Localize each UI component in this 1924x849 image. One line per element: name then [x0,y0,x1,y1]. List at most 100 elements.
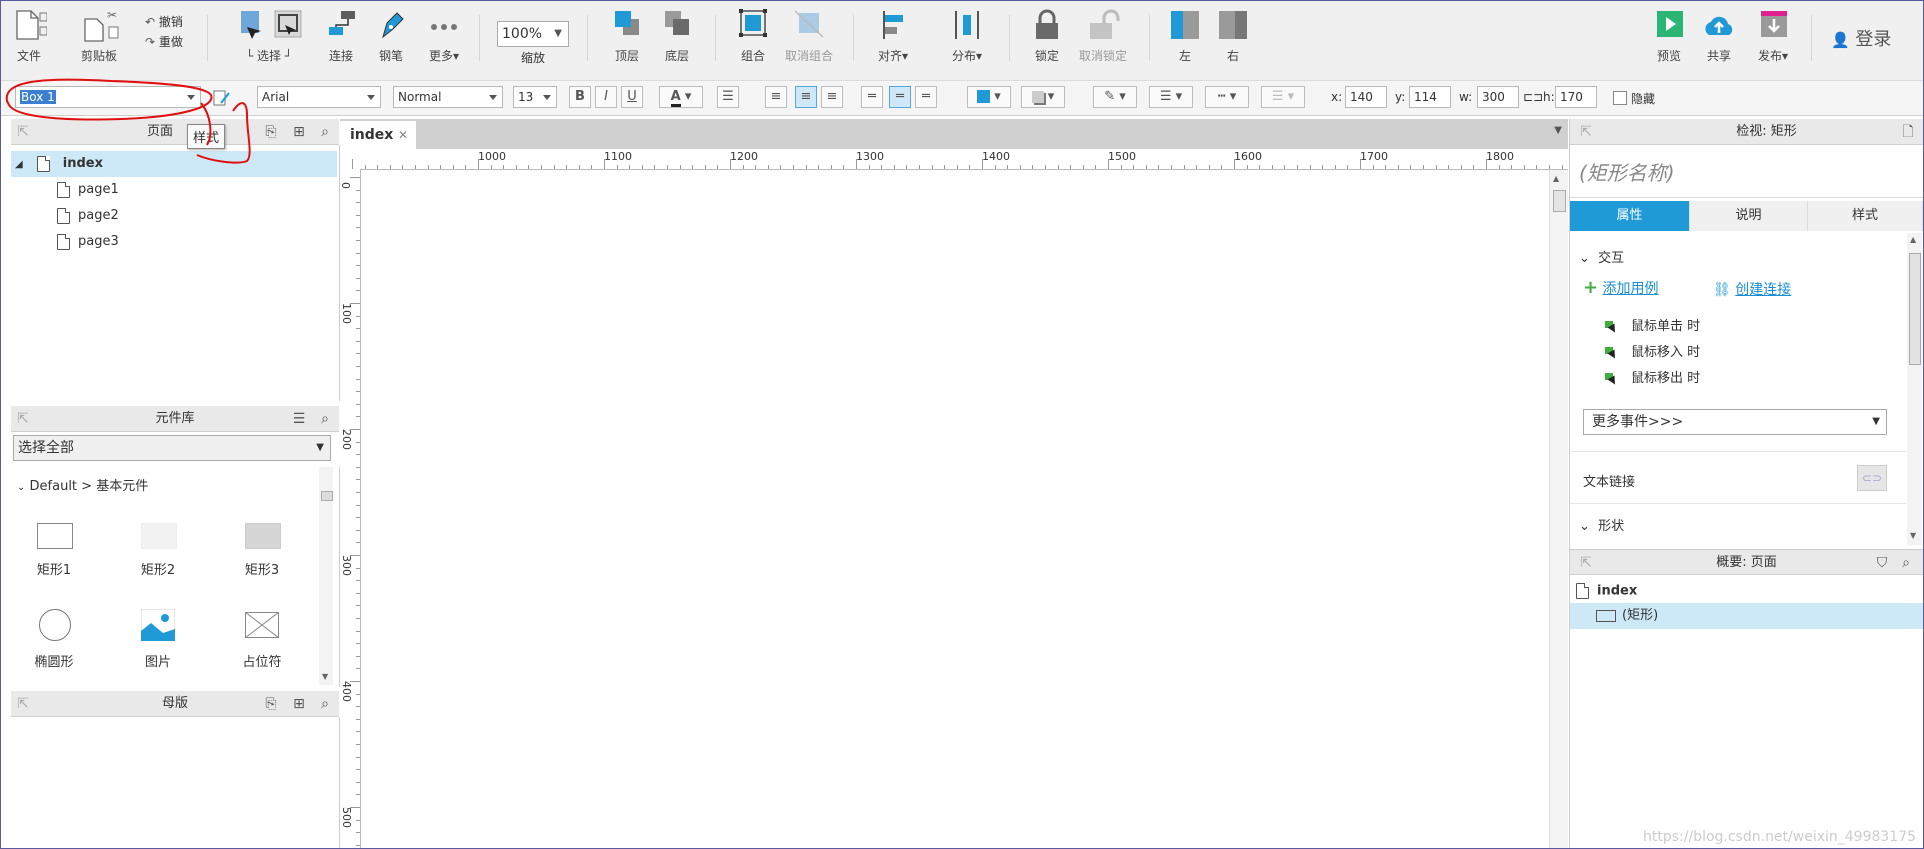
canvas-scrollbar[interactable]: ▲ [1549,170,1568,848]
group-button[interactable]: 组合 [733,7,773,64]
close-icon[interactable]: ✕ [398,121,408,149]
add-folder-icon[interactable]: ⊞ [291,696,307,712]
tree-item-index[interactable]: ◢ index [11,151,337,177]
fill-color-button[interactable]: ▾ [967,86,1011,108]
placeholder-thumb-icon[interactable] [244,611,280,639]
zoom-select[interactable]: 100% ▼ [497,21,569,47]
tab-notes[interactable]: 说明 [1690,201,1808,231]
file-button[interactable]: 文件 [9,7,49,64]
filter-icon[interactable]: ⛉ [1874,555,1890,571]
triangle-expand-icon[interactable]: ◢ [15,159,23,170]
page-properties-icon[interactable]: 🗋 [1900,124,1916,140]
select-button[interactable]: └ 选择 ┘ [233,7,305,64]
align-text-right-button[interactable]: ≡ [821,86,843,108]
tree-item-page3[interactable]: page3 [11,229,337,255]
tab-style[interactable]: 样式 [1808,201,1923,231]
library-scrollbar[interactable]: ▼ [319,467,333,685]
hide-checkbox[interactable] [1613,91,1627,105]
preview-button[interactable]: 预览 [1649,7,1689,64]
library-filter-select[interactable]: 选择全部 ▼ [13,435,331,461]
unlock-button[interactable]: 取消锁定 [1075,7,1131,64]
style-editor-icon[interactable] [213,89,231,107]
add-master-icon[interactable]: ⎘ [263,696,279,712]
line-width-button[interactable]: ☰ ▾ [1149,86,1193,108]
font-color-button[interactable]: A ▾ [659,86,703,108]
redo-button[interactable]: ↷ 重做 [145,33,183,50]
shadow-button[interactable]: ▾ [1021,86,1065,108]
bold-button[interactable]: B [569,86,591,108]
tab-list-chevron-icon[interactable]: ▼ [1554,125,1562,136]
clipboard-button[interactable]: ✂ 剪贴板 [73,7,125,64]
inspector-scrollbar[interactable]: ▲ ▼ [1907,233,1922,545]
event-onclick[interactable]: 鼠标单击 时 [1605,315,1700,334]
connect-button[interactable]: 连接 [323,7,359,64]
tree-item-page2[interactable]: page2 [11,203,337,229]
align-button[interactable]: 对齐▾ [871,7,915,64]
library-group-header[interactable]: ⌄ Default > 基本元件 [17,475,148,494]
outline-item-rectangle[interactable]: (矩形) [1570,603,1923,629]
more-button[interactable]: 更多▾ [421,7,467,64]
pen-button[interactable]: 钢笔 [373,7,409,64]
align-text-center-button[interactable]: ≡ [795,86,817,108]
scrollbar-thumb[interactable] [1909,253,1921,365]
bullet-list-button[interactable]: ☰ [717,86,739,108]
text-link-button[interactable]: ⊂⊃ [1857,465,1887,491]
font-family-select[interactable]: Arial [257,86,381,108]
menu-icon[interactable]: ☰ [291,411,307,427]
left-panel-toggle[interactable]: 左 [1167,7,1203,64]
right-panel-toggle[interactable]: 右 [1215,7,1251,64]
rectangle1-thumb[interactable] [37,523,73,549]
widget-name-field[interactable]: Box 1 [15,86,201,108]
undo-button[interactable]: ↶ 撤销 [145,13,183,30]
h-input[interactable]: 170 [1555,86,1597,108]
scroll-up-icon[interactable]: ▲ [1910,235,1916,244]
design-canvas[interactable] [361,170,1549,848]
w-input[interactable]: 300 [1477,86,1519,108]
ellipse-thumb[interactable] [39,609,71,641]
search-icon[interactable]: ⌕ [317,696,333,712]
bring-to-front-button[interactable]: 顶层 [607,7,647,64]
login-button[interactable]: 👤 登录 [1831,25,1891,51]
distribute-button[interactable]: 分布▾ [945,7,989,64]
tab-properties[interactable]: 属性 [1570,201,1690,231]
send-to-back-button[interactable]: 底层 [657,7,697,64]
event-onmouseout[interactable]: 鼠标移出 时 [1605,367,1700,386]
valign-bottom-button[interactable]: ═ [915,86,937,108]
more-events-select[interactable]: 更多事件>>> ▼ [1583,409,1887,435]
scrollbar-thumb[interactable] [321,491,333,501]
arrow-style-button[interactable]: ☰ ▾ [1261,86,1305,108]
interaction-section-header[interactable]: ⌄ 交互 [1579,247,1624,266]
underline-button[interactable]: U [621,86,643,108]
line-color-button[interactable]: ✎ ▾ [1093,86,1137,108]
lock-button[interactable]: 锁定 [1027,7,1067,64]
scrollbar-thumb[interactable] [1553,190,1566,212]
outline-item-index[interactable]: index [1576,583,1637,599]
valign-top-button[interactable]: ═ [861,86,883,108]
share-button[interactable]: 共享 [1699,7,1739,64]
rectangle2-thumb[interactable] [141,523,177,549]
scroll-up-icon[interactable]: ▲ [1553,174,1559,183]
rectangle3-thumb[interactable] [245,523,281,549]
publish-button[interactable]: 发布▾ [1749,7,1797,64]
add-case-link[interactable]: + 添加用例 [1583,277,1659,298]
font-size-select[interactable]: 13 [513,86,557,108]
ungroup-button[interactable]: 取消组合 [781,7,837,64]
scroll-down-icon[interactable]: ▼ [322,672,328,681]
search-icon[interactable]: ⌕ [317,411,333,427]
valign-middle-button[interactable]: ═ [889,86,911,108]
shape-name-input[interactable]: (矩形名称) [1579,157,1675,186]
add-page-icon[interactable]: ⎘ [263,124,279,140]
create-link-link[interactable]: ⛓ 创建连接 [1713,279,1791,299]
aspect-lock-icon[interactable]: ⊏⊐ [1523,90,1543,104]
collapse-panel-icon[interactable]: ⇱ [1578,124,1594,140]
event-onmouseenter[interactable]: 鼠标移入 时 [1605,341,1700,360]
tree-item-page1[interactable]: page1 [11,177,337,203]
y-input[interactable]: 114 [1409,86,1451,108]
align-text-left-button[interactable]: ≡ [765,86,787,108]
search-icon[interactable]: ⌕ [1898,555,1914,571]
image-thumb-icon[interactable] [140,608,176,642]
x-input[interactable]: 140 [1345,86,1387,108]
scroll-down-icon[interactable]: ▼ [1910,531,1916,540]
add-folder-icon[interactable]: ⊞ [291,124,307,140]
shape-section-header[interactable]: ⌄ 形状 [1579,515,1624,534]
